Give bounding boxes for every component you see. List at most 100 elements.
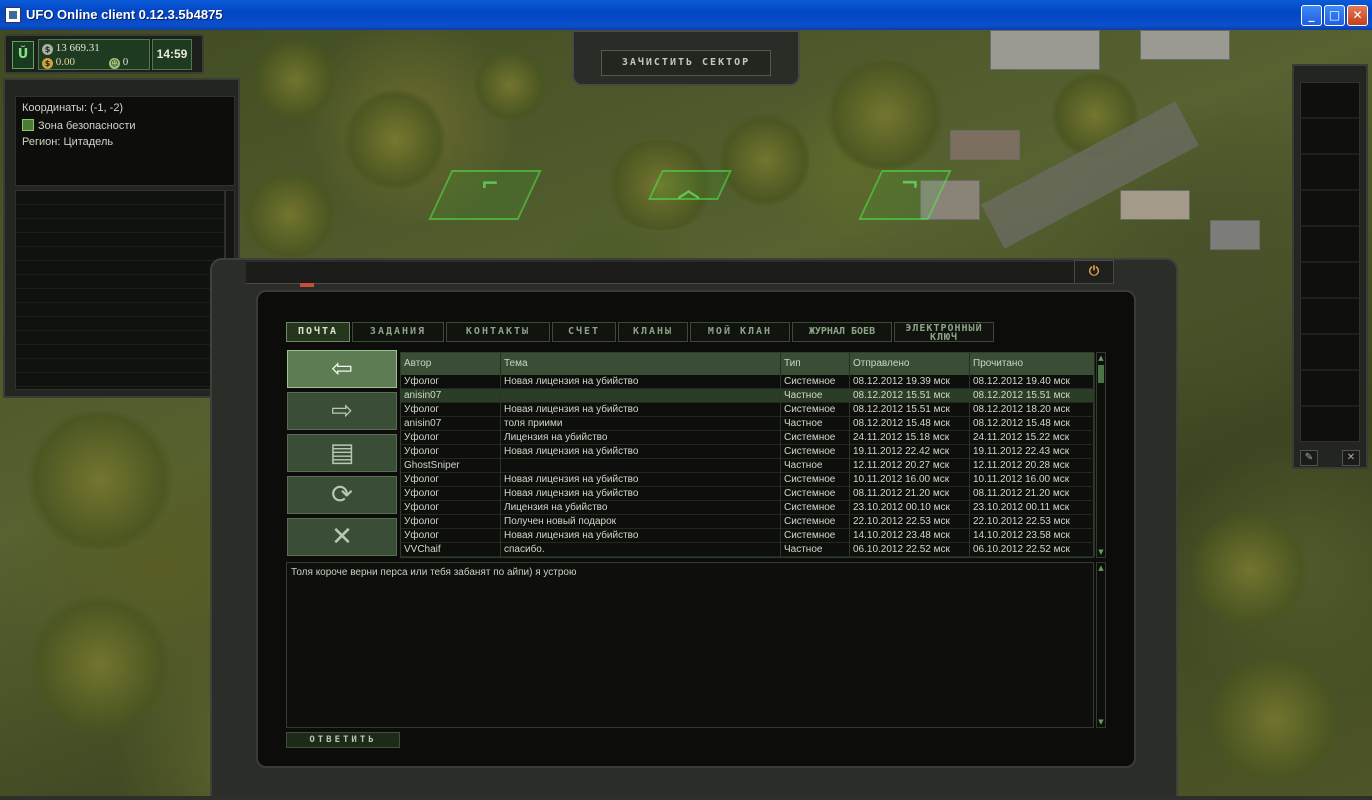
row-type: Частное <box>781 417 850 431</box>
outbox-button[interactable]: ⇨ <box>287 392 397 430</box>
players-list[interactable] <box>15 190 225 390</box>
zone-label: Зона безопасности <box>38 120 136 132</box>
col-subject[interactable]: Тема <box>501 353 781 375</box>
clock: 14:59 <box>152 39 192 70</box>
scroll-down-icon[interactable]: ▼ <box>1097 547 1105 557</box>
close-panel-icon[interactable]: ✕ <box>1342 450 1360 466</box>
row-read: 22.10.2012 22.53 мск <box>970 515 1095 529</box>
tab-my-clan[interactable]: МОЙ КЛАН <box>690 322 790 342</box>
row-sent: 10.11.2012 16.00 мск <box>850 473 970 487</box>
row-subject: Получен новый подарок <box>501 515 781 529</box>
coords-label: Координаты: <box>22 102 88 114</box>
reply-button[interactable]: ОТВЕТИТЬ <box>286 732 400 748</box>
bottom-edge <box>0 796 1372 800</box>
row-type: Системное <box>781 515 850 529</box>
row-sent: 24.11.2012 15.18 мск <box>850 431 970 445</box>
row-subject: Новая лицензия на убийство <box>501 487 781 501</box>
tab-battle-log[interactable]: ЖУРНАЛ БОЕВ <box>792 322 892 342</box>
col-author[interactable]: Автор <box>401 353 501 375</box>
message-scrollbar[interactable]: ▲ ▼ <box>1096 562 1106 728</box>
row-type: Системное <box>781 445 850 459</box>
table-row[interactable]: Уфолог Получен новый подарок Системное 22.1… <box>401 515 1095 529</box>
tab-tasks[interactable]: ЗАДАНИЯ <box>352 322 444 342</box>
clear-sector-button[interactable]: ЗАЧИСТИТЬ СЕКТОР <box>601 50 771 76</box>
row-author: Уфолог <box>401 529 501 543</box>
money-value: 13 669.31 <box>55 42 100 54</box>
table-row[interactable]: anisin07 Частное 08.12.2012 15.51 мск 08.12… <box>401 389 1095 403</box>
row-sent: 08.12.2012 15.48 мск <box>850 417 970 431</box>
table-row[interactable]: Уфолог Новая лицензия на убийство Системно… <box>401 445 1095 459</box>
close-button[interactable]: ✕ <box>1347 5 1368 26</box>
console-top-bar <box>246 262 1076 284</box>
row-read: 10.11.2012 16.00 мск <box>970 473 1095 487</box>
new-message-button[interactable]: ▤ <box>287 434 397 472</box>
table-row[interactable]: Уфолог Новая лицензия на убийство Системно… <box>401 473 1095 487</box>
table-row[interactable]: GhostSniper Частное 12.11.2012 20.27 мск 12… <box>401 459 1095 473</box>
row-author: VVChaif <box>401 543 501 557</box>
table-row[interactable]: Уфолог Новая лицензия на убийство Системно… <box>401 529 1095 543</box>
row-sent: 22.10.2012 22.53 мск <box>850 515 970 529</box>
row-read: 06.10.2012 22.52 мск <box>970 543 1095 557</box>
console-screen: ПОЧТА ЗАДАНИЯ КОНТАКТЫ СЧЕТ КЛАНЫ МОЙ КЛ… <box>256 290 1136 768</box>
table-row[interactable]: Уфолог Лицензия на убийство Системное 24.11… <box>401 431 1095 445</box>
row-read: 08.12.2012 15.51 мск <box>970 389 1095 403</box>
row-author: Уфолог <box>401 515 501 529</box>
row-author: Уфолог <box>401 473 501 487</box>
row-sent: 08.11.2012 21.20 мск <box>850 487 970 501</box>
col-type[interactable]: Тип <box>781 353 850 375</box>
row-type: Системное <box>781 501 850 515</box>
sector-panel: ЗАЧИСТИТЬ СЕКТОР <box>572 30 800 86</box>
row-read: 24.11.2012 15.22 мск <box>970 431 1095 445</box>
pin-icon[interactable]: ✎ <box>1300 450 1318 466</box>
col-sent[interactable]: Отправлено <box>850 353 970 375</box>
mail-table-header: Автор Тема Тип Отправлено Прочитано <box>401 353 1095 375</box>
table-row[interactable]: VVChaif спасибо. Частное 06.10.2012 22.52 м… <box>401 543 1095 557</box>
row-author: Уфолог <box>401 403 501 417</box>
row-read: 12.11.2012 20.28 мск <box>970 459 1095 473</box>
row-author: Уфолог <box>401 431 501 445</box>
scroll-up-icon[interactable]: ▲ <box>1097 353 1105 363</box>
table-row[interactable]: anisin07 толя приими Частное 08.12.2012 15.… <box>401 417 1095 431</box>
tab-mail[interactable]: ПОЧТА <box>286 322 350 342</box>
region-value: Цитадель <box>63 136 114 148</box>
row-read: 08.12.2012 18.20 мск <box>970 403 1095 417</box>
mail-table: Автор Тема Тип Отправлено Прочитано Уфол… <box>400 352 1095 558</box>
tab-account[interactable]: СЧЕТ <box>552 322 616 342</box>
money-icon: $ <box>42 44 53 55</box>
scroll-thumb[interactable] <box>1098 365 1104 383</box>
msg-scroll-down-icon[interactable]: ▼ <box>1097 717 1105 727</box>
table-row[interactable]: Уфолог Новая лицензия на убийство Системно… <box>401 487 1095 501</box>
row-type: Системное <box>781 487 850 501</box>
tab-contacts[interactable]: КОНТАКТЫ <box>446 322 550 342</box>
row-type: Частное <box>781 459 850 473</box>
msg-scroll-up-icon[interactable]: ▲ <box>1097 563 1105 573</box>
message-text: Толя короче верни перса или тебя забанят… <box>291 567 577 578</box>
tab-clans[interactable]: КЛАНЫ <box>618 322 688 342</box>
row-type: Системное <box>781 403 850 417</box>
row-type: Системное <box>781 473 850 487</box>
delete-button[interactable]: ✕ <box>287 518 397 556</box>
minimize-button[interactable]: _ <box>1301 5 1322 26</box>
token-value: 0 <box>122 56 129 68</box>
row-subject: Новая лицензия на убийство <box>501 403 781 417</box>
row-author: Уфолог <box>401 487 501 501</box>
inbox-icon: ⇦ <box>331 354 353 384</box>
quick-slots[interactable] <box>1300 82 1360 442</box>
tab-electronic-key[interactable]: ЭЛЕКТРОННЫЙ КЛЮЧ <box>894 322 994 343</box>
mail-table-scrollbar[interactable]: ▲ ▼ <box>1096 352 1106 558</box>
row-subject: спасибо. <box>501 543 781 557</box>
row-type: Системное <box>781 529 850 543</box>
table-row[interactable]: Уфолог Лицензия на убийство Системное 23.10… <box>401 501 1095 515</box>
inbox-button[interactable]: ⇦ <box>287 350 397 388</box>
message-body[interactable]: Толя короче верни перса или тебя забанят… <box>286 562 1094 728</box>
game-window: UFO Online client 0.12.3.5b4875 _ □ ✕ ⌐ … <box>0 0 1372 800</box>
game-logo-icon[interactable]: Ŭ <box>12 41 34 69</box>
col-read[interactable]: Прочитано <box>970 353 1095 375</box>
table-row[interactable]: Уфолог Новая лицензия на убийство Системно… <box>401 375 1095 389</box>
row-subject: Новая лицензия на убийство <box>501 473 781 487</box>
maximize-button[interactable]: □ <box>1324 5 1345 26</box>
safe-zone-icon <box>22 119 34 131</box>
power-icon[interactable]: ⏻ <box>1074 260 1114 284</box>
refresh-button[interactable]: ⟳ <box>287 476 397 514</box>
table-row[interactable]: Уфолог Новая лицензия на убийство Системно… <box>401 403 1095 417</box>
